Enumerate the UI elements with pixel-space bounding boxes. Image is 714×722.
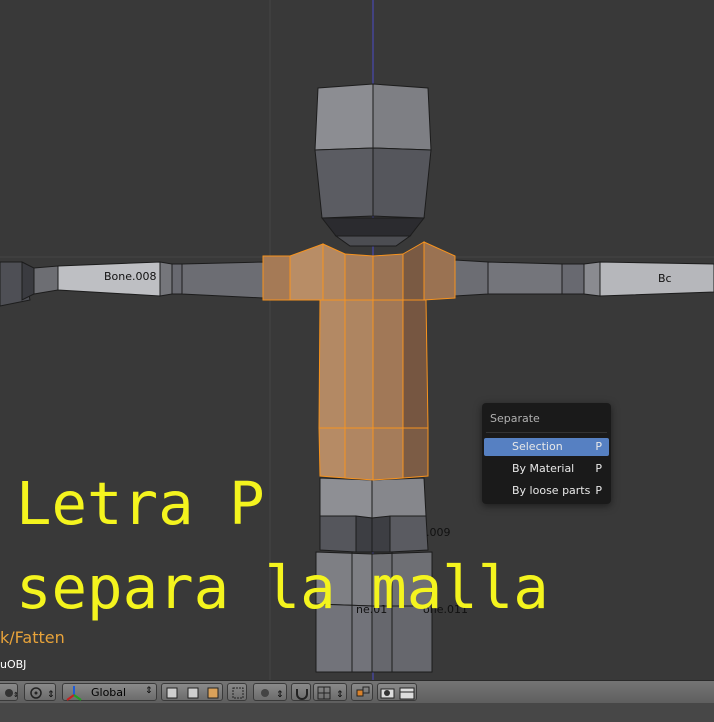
orientation-label: Global [91,686,127,699]
menu-item-shortcut: P [595,440,602,453]
proportional-edit-button[interactable]: ⇕ [253,683,287,701]
timeline-strip [0,703,714,722]
snap-target-icon [356,686,370,697]
svg-text:⇕: ⇕ [336,690,344,700]
menu-divider [486,432,607,433]
menu-item-label: Selection [512,440,563,453]
svg-text:⇕: ⇕ [276,690,284,700]
pivot-point-icon: ⇕ [30,687,55,700]
viewport-header: ⇕ ⇕ Global ⇕ ⇕ ⇕ [0,680,714,703]
snap-magnet-icon [296,689,308,700]
snap-element-icon: ⇕ [317,686,344,700]
bone-label-right: Bc [658,272,672,285]
viewport-shading-button[interactable]: ⇕ [0,683,19,701]
menu-item-label: By Material [512,462,575,475]
overlay-line-2: separa la malla [16,553,549,622]
head-mesh [314,83,432,247]
snap-element-select[interactable]: ⇕ [313,683,347,701]
menu-item-shortcut: P [595,462,602,475]
snap-toggle-button[interactable] [291,683,311,701]
torso-selected-mesh [262,241,456,481]
snap-target-button[interactable] [351,683,373,701]
right-arm-mesh [454,259,714,297]
proportional-edit-icon: ⇕ [261,689,284,700]
menu-item-selection[interactable]: Selection P [484,438,609,456]
svg-text:⇕: ⇕ [47,690,55,700]
3d-viewport[interactable]: Bone.008 Bc .009 one.011 ne.01 Letra P s… [0,0,714,680]
occlude-geometry-button[interactable] [227,683,247,701]
separate-popup-menu: Separate Selection P By Material P By lo… [482,403,611,504]
render-camera-icon [380,687,415,700]
bone-label-009: .009 [426,526,451,539]
transform-orientation-select[interactable]: Global ⇕ [62,683,157,701]
bone-label-008: Bone.008 [104,270,157,283]
last-operator-label: k/Fatten [0,628,65,647]
occlude-geometry-icon [232,687,244,699]
separate-menu-title: Separate [490,412,540,425]
select-mode-group[interactable] [161,683,223,701]
left-arm-mesh [0,261,264,307]
overlay-line-1: Letra P [16,469,265,538]
manipulator-icon [66,686,82,701]
svg-text:⇕: ⇕ [13,691,19,699]
select-mode-icons [166,687,219,699]
menu-item-by-loose-parts[interactable]: By loose parts P [484,482,609,500]
menu-item-by-material[interactable]: By Material P [484,460,609,478]
menu-item-label: By loose parts [512,484,591,497]
render-buttons-group[interactable] [377,683,417,701]
chevron-updown-icon: ⇕ [145,686,153,696]
menu-item-shortcut: P [595,484,602,497]
object-name-label: uOBJ [0,658,27,671]
pivot-point-button[interactable]: ⇕ [24,683,56,701]
